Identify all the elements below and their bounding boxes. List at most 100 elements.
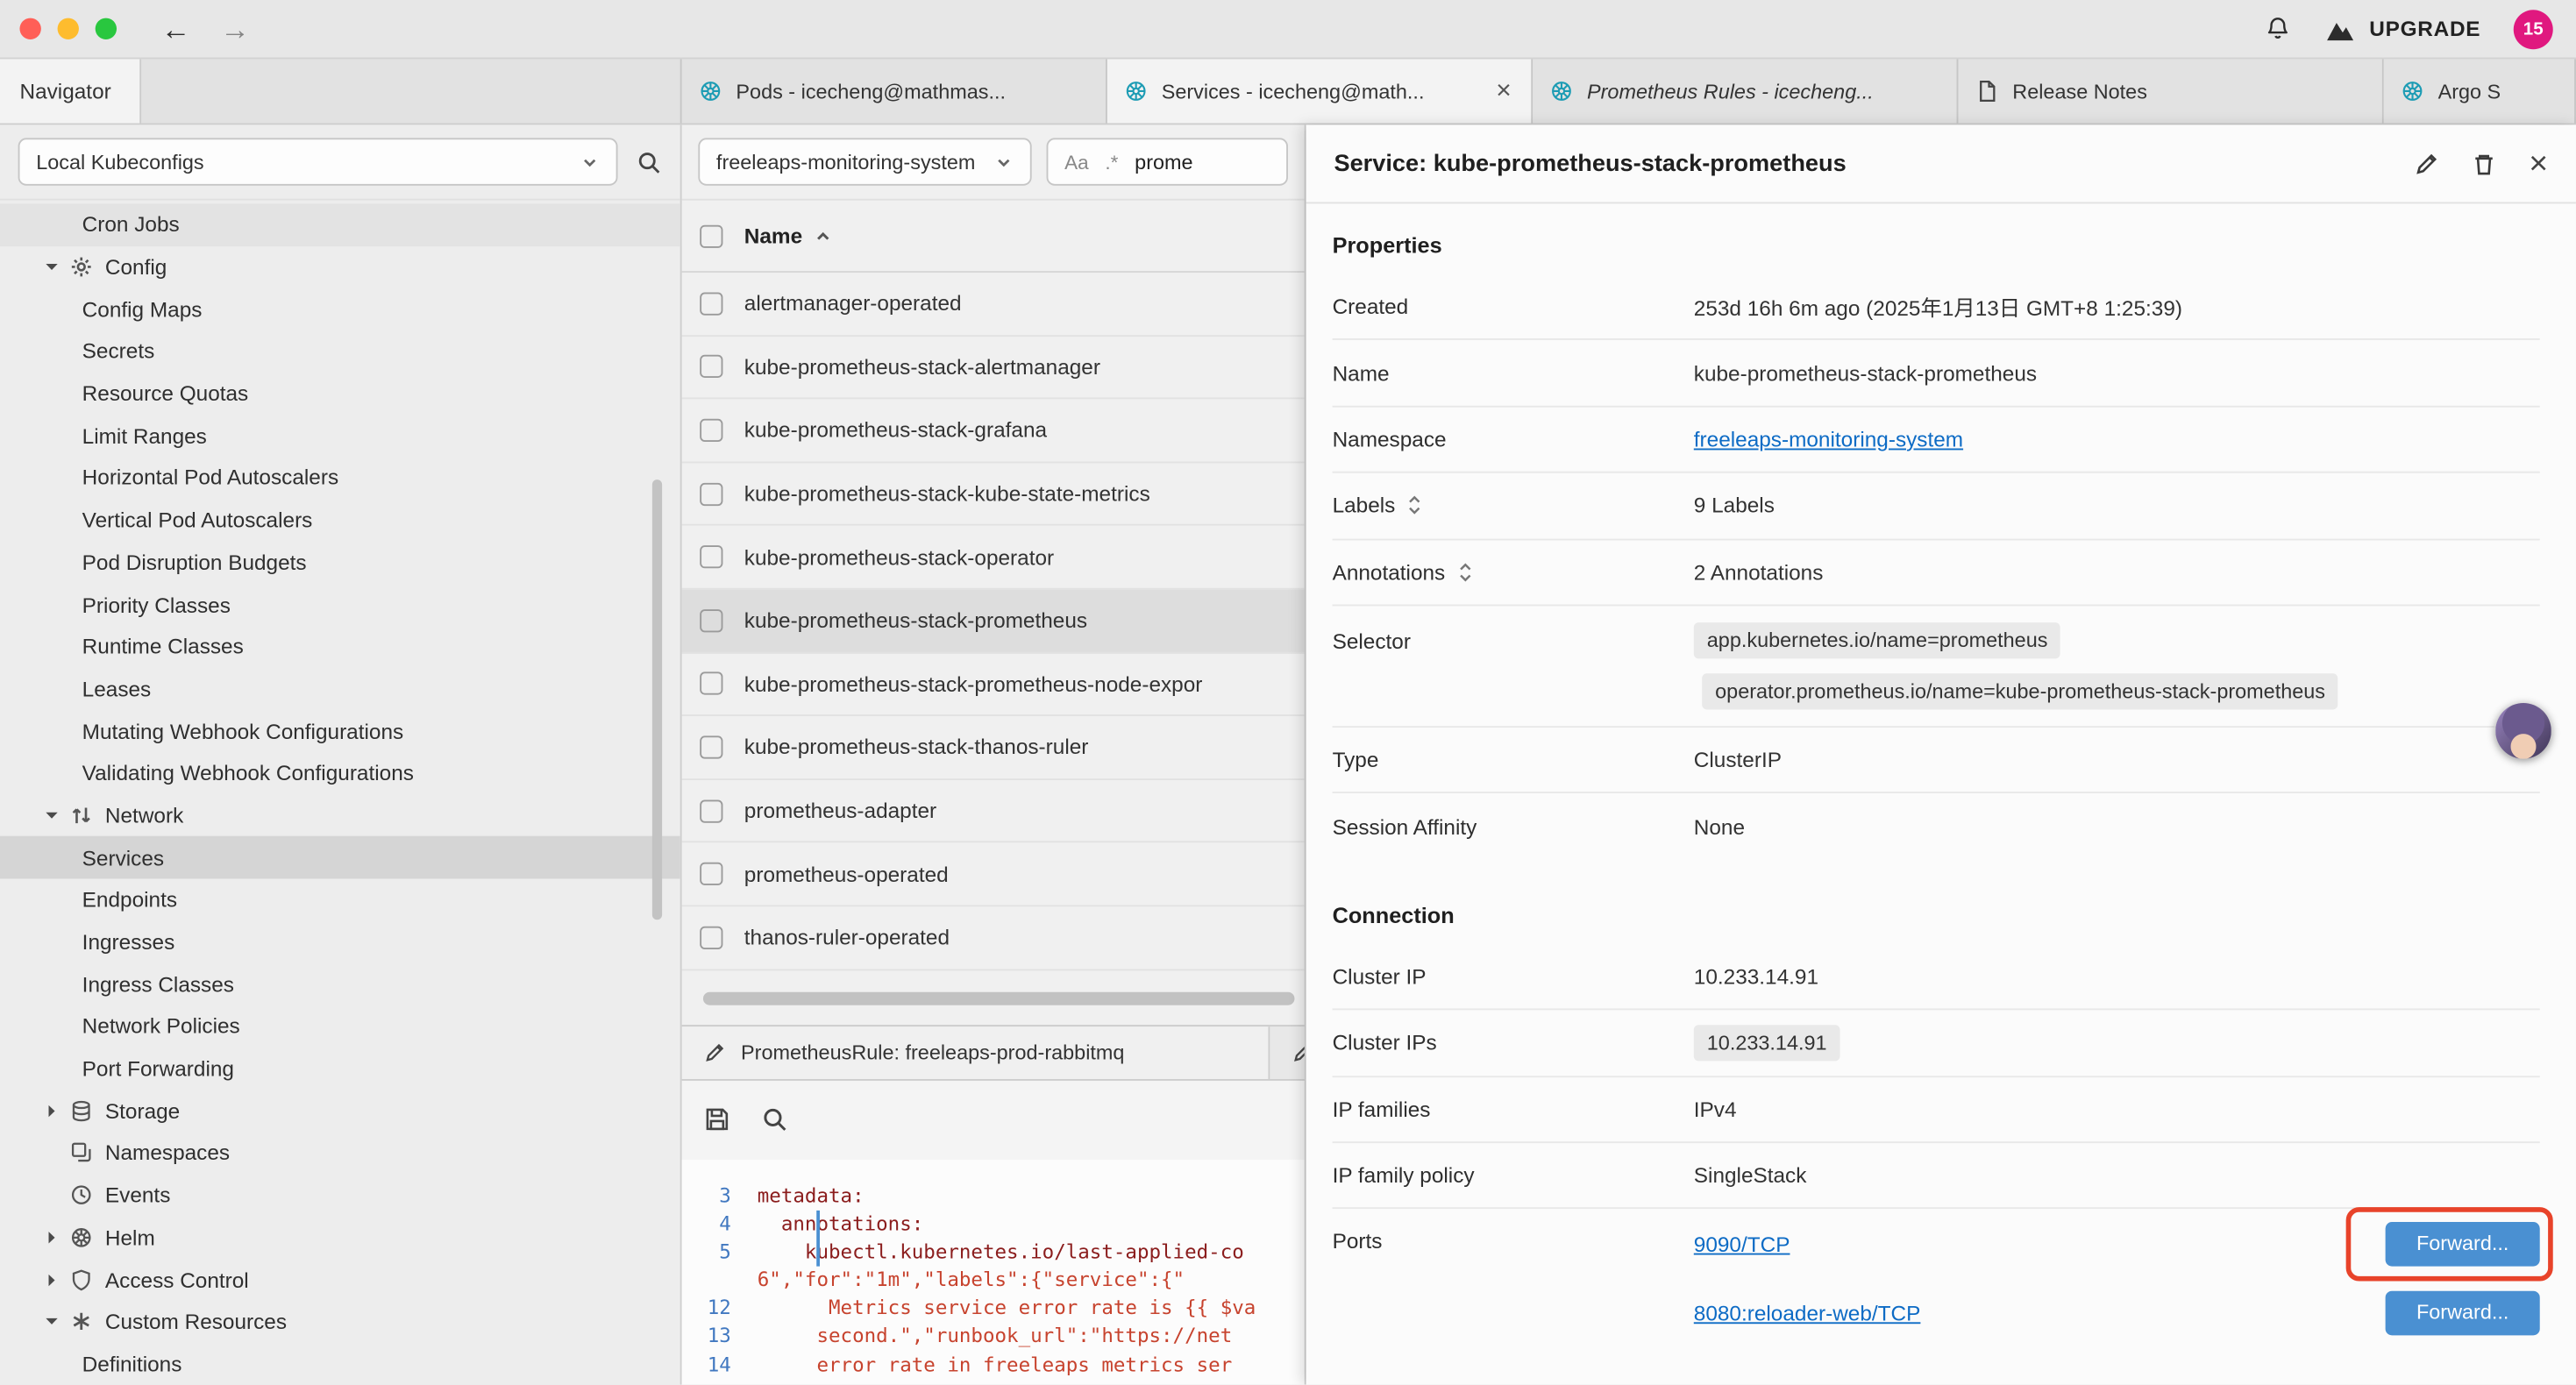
expand-toggle-icon[interactable] — [1456, 559, 1473, 584]
horizontal-scrollbar[interactable] — [703, 991, 1295, 1005]
detail-row-annotations: Annotations 2 Annotations — [1333, 540, 2540, 607]
sidebar-item-priority-classes[interactable]: Priority Classes — [0, 584, 680, 626]
sidebar-item-ingress-classes[interactable]: Ingress Classes — [0, 963, 680, 1005]
service-row-thanos-ruler-operated[interactable]: thanos-ruler-operated — [682, 906, 1305, 970]
row-checkbox[interactable] — [700, 292, 722, 315]
service-row-kube-prometheus-stack-kube-state-metrics[interactable]: kube-prometheus-stack-kube-state-metrics — [682, 463, 1305, 526]
tab-pods-icecheng-mathmas[interactable]: Pods - icecheng@mathmas... — [682, 59, 1107, 123]
tab-argo-s[interactable]: Argo S — [2384, 59, 2576, 123]
sidebar-item-ingresses[interactable]: Ingresses — [0, 921, 680, 963]
chevron-right-icon[interactable] — [39, 1098, 64, 1123]
sidebar-item-secrets[interactable]: Secrets — [0, 330, 680, 373]
port-link-8080[interactable]: 8080:reloader-web/TCP — [1694, 1301, 1921, 1325]
sidebar-item-resource-quotas[interactable]: Resource Quotas — [0, 373, 680, 415]
chevron-down-icon[interactable] — [39, 1310, 64, 1334]
sidebar-item-port-forwarding[interactable]: Port Forwarding — [0, 1048, 680, 1090]
upgrade-button[interactable]: UPGRADE — [2325, 16, 2481, 42]
row-checkbox[interactable] — [700, 799, 722, 822]
editor-tab-prometheusrule[interactable]: PrometheusRule: freeleaps-prod-rabbitmq — [682, 1026, 1270, 1078]
notifications-bell-icon[interactable] — [2264, 15, 2292, 43]
chevron-right-icon[interactable] — [39, 1268, 64, 1292]
sidebar-item-access-control[interactable]: Access Control — [0, 1259, 680, 1301]
sidebar-item-limit-ranges[interactable]: Limit Ranges — [0, 415, 680, 457]
row-checkbox[interactable] — [700, 863, 722, 885]
editor-search-icon[interactable] — [761, 1105, 789, 1133]
row-checkbox[interactable] — [700, 482, 722, 505]
navigator-tab[interactable]: Navigator — [0, 59, 141, 123]
sidebar-item-storage[interactable]: Storage — [0, 1090, 680, 1132]
expand-toggle-icon[interactable] — [1406, 494, 1423, 518]
service-row-kube-prometheus-stack-thanos-ruler[interactable]: kube-prometheus-stack-thanos-ruler — [682, 716, 1305, 779]
forward-button[interactable]: → — [205, 14, 264, 44]
row-checkbox[interactable] — [700, 735, 722, 758]
sidebar-item-runtime-classes[interactable]: Runtime Classes — [0, 626, 680, 668]
tab-release-notes[interactable]: Release Notes — [1958, 59, 2383, 123]
sidebar-item-config[interactable]: Config — [0, 245, 680, 288]
sidebar-item-horizontal-pod-autoscalers[interactable]: Horizontal Pod Autoscalers — [0, 457, 680, 499]
service-row-prometheus-operated[interactable]: prometheus-operated — [682, 843, 1305, 906]
namespace-link[interactable]: freeleaps-monitoring-system — [1694, 427, 1963, 451]
search-input[interactable]: Aa .* prome — [1047, 138, 1288, 185]
row-checkbox[interactable] — [700, 926, 722, 948]
sidebar-item-endpoints[interactable]: Endpoints — [0, 878, 680, 920]
sidebar-item-custom-resources[interactable]: Custom Resources — [0, 1301, 680, 1343]
chevron-down-icon[interactable] — [39, 254, 64, 279]
sidebar-item-namespaces[interactable]: Namespaces — [0, 1132, 680, 1174]
sidebar-item-definitions[interactable]: Definitions — [0, 1343, 680, 1385]
sidebar-item-pod-disruption-budgets[interactable]: Pod Disruption Budgets — [0, 541, 680, 583]
tab-close-icon[interactable]: × — [1493, 78, 1515, 104]
sidebar-item-network[interactable]: Network — [0, 794, 680, 836]
sidebar-item-cron-jobs[interactable]: Cron Jobs — [0, 203, 680, 245]
chevron-right-icon[interactable] — [39, 1225, 64, 1249]
service-row-kube-prometheus-stack-alertmanager[interactable]: kube-prometheus-stack-alertmanager — [682, 336, 1305, 399]
row-checkbox[interactable] — [700, 609, 722, 632]
row-checkbox[interactable] — [700, 355, 722, 378]
service-row-kube-prometheus-stack-operator[interactable]: kube-prometheus-stack-operator — [682, 526, 1305, 589]
user-avatar[interactable] — [2495, 703, 2551, 759]
yaml-editor[interactable]: 3metadata:4 annotations:5 kubectl.kubern… — [682, 1159, 1305, 1385]
tab-services-icecheng-math[interactable]: Services - icecheng@math...× — [1107, 59, 1533, 123]
service-detail-drawer: Service: kube-prometheus-stack-prometheu… — [1306, 124, 2576, 1385]
forward-button-8080[interactable]: Forward... — [2386, 1290, 2540, 1335]
tab-prometheus-rules-icecheng[interactable]: Prometheus Rules - icecheng... — [1533, 59, 1958, 123]
sidebar-item-config-maps[interactable]: Config Maps — [0, 288, 680, 330]
back-button[interactable]: ← — [146, 14, 205, 44]
minimize-window-button[interactable] — [58, 18, 79, 39]
port-link-9090[interactable]: 9090/TCP — [1694, 1232, 1790, 1256]
row-checkbox[interactable] — [700, 419, 722, 442]
namespace-select[interactable]: freeleaps-monitoring-system — [698, 138, 1031, 185]
sidebar-item-validating-webhook-configurations[interactable]: Validating Webhook Configurations — [0, 752, 680, 794]
sidebar-item-mutating-webhook-configurations[interactable]: Mutating Webhook Configurations — [0, 710, 680, 752]
select-all-checkbox[interactable] — [700, 224, 722, 247]
service-row-kube-prometheus-stack-prometheus-node-expor[interactable]: kube-prometheus-stack-prometheus-node-ex… — [682, 653, 1305, 716]
delete-trash-icon[interactable] — [2472, 150, 2498, 176]
service-row-prometheus-adapter[interactable]: prometheus-adapter — [682, 780, 1305, 843]
kubernetes-icon — [698, 79, 722, 103]
sidebar-item-network-policies[interactable]: Network Policies — [0, 1005, 680, 1048]
service-row-alertmanager-operated[interactable]: alertmanager-operated — [682, 273, 1305, 336]
sidebar-scrollbar[interactable] — [652, 479, 662, 920]
close-window-button[interactable] — [19, 18, 40, 39]
service-row-kube-prometheus-stack-prometheus[interactable]: kube-prometheus-stack-prometheus — [682, 590, 1305, 653]
row-checkbox[interactable] — [700, 545, 722, 568]
sidebar-item-vertical-pod-autoscalers[interactable]: Vertical Pod Autoscalers — [0, 499, 680, 541]
sidebar-item-services[interactable]: Services — [0, 836, 680, 878]
sidebar-search-icon[interactable] — [636, 149, 662, 175]
match-case-toggle[interactable]: Aa — [1064, 150, 1089, 173]
sidebar-item-events[interactable]: Events — [0, 1174, 680, 1216]
save-icon[interactable] — [703, 1105, 731, 1133]
sidebar-item-helm[interactable]: Helm — [0, 1216, 680, 1258]
close-icon[interactable]: × — [2529, 147, 2548, 180]
maximize-window-button[interactable] — [96, 18, 117, 39]
notification-count-badge[interactable]: 15 — [2514, 9, 2553, 48]
edit-pencil-icon[interactable] — [2414, 150, 2440, 176]
editor-tab-partial[interactable] — [1270, 1026, 1304, 1078]
name-column-header[interactable]: Name — [744, 224, 834, 248]
row-checkbox[interactable] — [700, 672, 722, 695]
forward-button-9090[interactable]: Forward... — [2386, 1222, 2540, 1267]
sidebar-item-leases[interactable]: Leases — [0, 668, 680, 710]
kubeconfig-select[interactable]: Local Kubeconfigs — [18, 138, 618, 185]
service-row-kube-prometheus-stack-grafana[interactable]: kube-prometheus-stack-grafana — [682, 400, 1305, 463]
regex-toggle[interactable]: .* — [1105, 150, 1118, 173]
chevron-down-icon[interactable] — [39, 803, 64, 827]
